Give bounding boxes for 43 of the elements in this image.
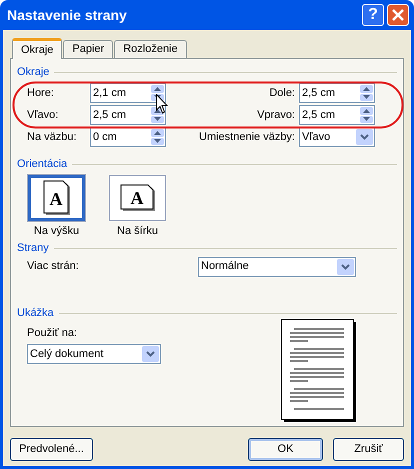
orientation-button[interactable]: A <box>28 175 85 221</box>
mouse-pointer-icon <box>156 94 168 114</box>
field-label: Viac strán: <box>26 259 80 274</box>
section-heading: Okraje <box>17 64 50 80</box>
window-title: Nastavenie strany <box>7 6 127 25</box>
field-label: Umiestnenie väzby: <box>198 130 296 145</box>
option-label: Na výšku <box>34 224 80 239</box>
portrait-page-icon: A <box>42 180 70 216</box>
tab[interactable]: Papier <box>63 40 114 58</box>
chevron-down-icon[interactable] <box>337 258 354 274</box>
spin-field[interactable]: 2,5 cm <box>90 105 166 125</box>
spin-field[interactable]: 0 cm <box>90 127 166 147</box>
field-label: Na väzbu: <box>26 130 78 145</box>
help-button[interactable]: ? <box>362 4 384 26</box>
spin-down-icon[interactable] <box>151 116 164 123</box>
option-label: Na šírku <box>117 224 158 239</box>
section-heading: Strany <box>17 241 49 256</box>
tab[interactable]: Okraje <box>12 38 62 59</box>
dropdown[interactable]: Vľavo <box>299 127 375 147</box>
spin-down-icon[interactable] <box>360 116 373 123</box>
dialog-button[interactable]: Zrušiť <box>333 438 404 461</box>
close-icon[interactable] <box>387 4 409 26</box>
field-label: Dole: <box>268 86 296 101</box>
dialog-button[interactable]: Predvolené... <box>10 438 93 461</box>
section-heading: Orientácia <box>17 156 68 172</box>
spin-field[interactable]: 2,1 cm <box>90 83 166 103</box>
landscape-page-icon: A <box>120 184 156 212</box>
orientation-button[interactable]: A <box>109 175 166 221</box>
spin-down-icon[interactable] <box>360 94 373 101</box>
field-label: Vľavo: <box>26 108 60 123</box>
chevron-down-icon[interactable] <box>142 346 159 362</box>
dropdown[interactable]: Celý dokument <box>27 344 161 364</box>
spin-field[interactable]: 2,5 cm <box>299 105 375 125</box>
field-label: Hore: <box>26 86 55 101</box>
field-label: Použiť na: <box>27 326 78 340</box>
chevron-down-icon[interactable] <box>356 129 373 145</box>
field-label: Vpravo: <box>256 108 296 123</box>
spin-field[interactable]: 2,5 cm <box>299 83 375 103</box>
tab[interactable]: Rozloženie <box>114 40 187 58</box>
dialog-button[interactable]: OK <box>248 438 323 461</box>
section-heading: Ukážka <box>17 306 54 322</box>
dropdown[interactable]: Normálne <box>198 256 356 276</box>
spin-down-icon[interactable] <box>151 138 164 145</box>
